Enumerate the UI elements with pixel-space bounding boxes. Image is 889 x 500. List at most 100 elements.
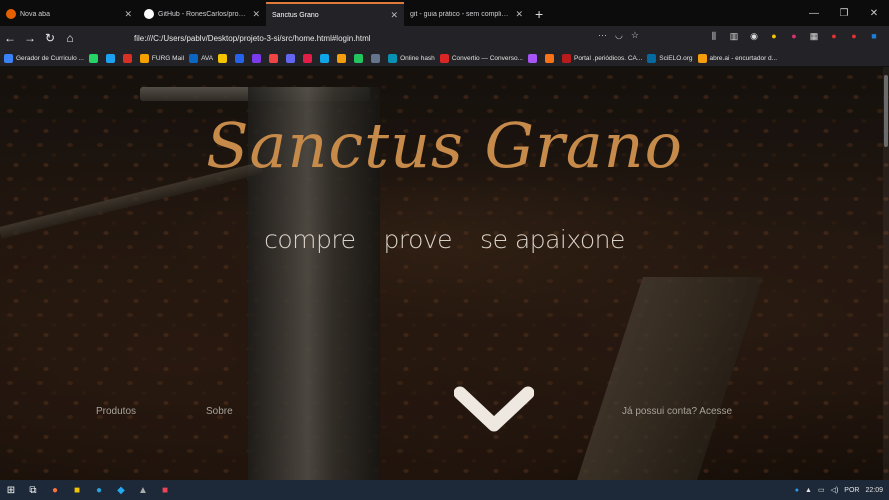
bookmark-favicon-icon bbox=[235, 53, 245, 63]
close-tab-icon[interactable]: ✕ bbox=[252, 9, 260, 20]
bookmark-item[interactable] bbox=[337, 53, 349, 63]
nav-sobre-link[interactable]: Sobre bbox=[206, 406, 233, 417]
bookmark-item[interactable] bbox=[88, 53, 101, 63]
extension-icon[interactable]: ● bbox=[848, 30, 860, 42]
bookmark-item[interactable] bbox=[354, 53, 366, 63]
extension-icon[interactable]: ▦ bbox=[808, 30, 820, 42]
tab-bar: Nova aba ✕ GitHub - RonesCarlos/projeto … bbox=[0, 0, 889, 26]
close-tab-icon[interactable]: ✕ bbox=[390, 10, 398, 21]
bookmark-item[interactable] bbox=[286, 53, 298, 63]
library-icon[interactable]: ⫼ bbox=[708, 30, 720, 42]
minimize-icon[interactable]: — bbox=[799, 0, 829, 26]
bookmark-label: abre.ai - encurtador d... bbox=[709, 54, 778, 62]
bookmark-item[interactable] bbox=[544, 53, 557, 63]
bookmark-item[interactable] bbox=[269, 53, 281, 63]
extension-icon[interactable]: ● bbox=[768, 30, 780, 42]
page-scrollbar[interactable] bbox=[883, 67, 889, 480]
bookmark-star-icon[interactable]: ☆ bbox=[631, 30, 639, 41]
volume-icon[interactable]: ◁) bbox=[831, 486, 839, 494]
bookmark-favicon-icon bbox=[139, 53, 149, 63]
reload-icon[interactable]: ↻ bbox=[40, 28, 60, 48]
sidebar-icon[interactable]: ▥ bbox=[728, 30, 740, 42]
chevron-down-icon[interactable] bbox=[454, 385, 534, 435]
forward-icon[interactable]: → bbox=[20, 28, 40, 48]
bookmark-item[interactable] bbox=[371, 53, 383, 63]
tagline: compre prove se apaixone bbox=[0, 225, 889, 254]
clock[interactable]: 22:09 bbox=[865, 487, 883, 494]
toolbar-icons: ⫼ ▥ ◉ ● ● ▦ ● ● ■ ≡ bbox=[708, 30, 889, 42]
vscode-icon[interactable]: ◆ bbox=[110, 480, 132, 500]
tab-new[interactable]: Nova aba ✕ bbox=[0, 2, 138, 26]
bookmark-item[interactable] bbox=[235, 53, 247, 63]
bookmark-item[interactable]: Portal .periódicos. CA... bbox=[561, 53, 642, 63]
bookmark-item[interactable]: Convertio — Converso... bbox=[439, 53, 523, 63]
telegram-icon[interactable]: ● bbox=[88, 480, 110, 500]
bookmark-item[interactable]: FURG Mail bbox=[139, 53, 185, 63]
bookmark-favicon-icon bbox=[269, 53, 279, 63]
battery-icon[interactable]: ▭ bbox=[818, 486, 825, 494]
nav-login-link[interactable]: Já possui conta? Acesse bbox=[622, 406, 732, 417]
url-actions: ··· ◡ ☆ bbox=[598, 30, 639, 41]
bookmark-favicon-icon bbox=[527, 53, 537, 63]
bookmark-label: Convertio — Converso... bbox=[451, 54, 523, 62]
bookmark-favicon-icon bbox=[189, 53, 199, 63]
start-icon[interactable]: ⊞ bbox=[0, 480, 22, 500]
bookmark-item[interactable]: abre.ai - encurtador d... bbox=[697, 53, 778, 63]
bookmark-item[interactable]: Gerador de Curriculo ... bbox=[4, 53, 84, 63]
tab-git-guide[interactable]: git - guia prático - sem complicaç ✕ bbox=[404, 2, 529, 26]
extension-icon[interactable]: ■ bbox=[868, 30, 880, 42]
brand-title: Sanctus Grano bbox=[206, 109, 683, 182]
bookmark-favicon-icon bbox=[544, 53, 554, 63]
bookmark-favicon-icon bbox=[647, 53, 657, 63]
bookmark-item[interactable] bbox=[218, 53, 230, 63]
hero-section: Sanctus Grano compre prove se apaixone P… bbox=[0, 67, 889, 480]
language-indicator[interactable]: POR bbox=[844, 487, 859, 494]
tab-github[interactable]: GitHub - RonesCarlos/projeto ✕ bbox=[138, 2, 266, 26]
windows-taskbar: ⊞ ⧉ ● ■ ● ◆ ▲ ■ ● ▲ ▭ ◁) POR 22:09 bbox=[0, 480, 889, 500]
pocket-icon[interactable]: ◡ bbox=[615, 30, 623, 41]
close-tab-icon[interactable]: ✕ bbox=[515, 9, 523, 20]
close-tab-icon[interactable]: ✕ bbox=[124, 9, 132, 20]
restore-icon[interactable]: ❐ bbox=[829, 0, 859, 26]
account-icon[interactable]: ◉ bbox=[748, 30, 760, 42]
file-explorer-icon[interactable]: ■ bbox=[66, 480, 88, 500]
home-icon[interactable]: ⌂ bbox=[60, 28, 80, 48]
bookmark-favicon-icon bbox=[354, 53, 364, 63]
address-bar[interactable]: file:///C:/Users/pablv/Desktop/projeto-3… bbox=[134, 28, 659, 107]
bookmark-item[interactable] bbox=[122, 53, 135, 63]
nav-produtos-link[interactable]: Produtos bbox=[96, 406, 136, 417]
bookmark-item[interactable]: Online hash bbox=[388, 53, 435, 63]
back-icon[interactable]: ← bbox=[0, 28, 20, 48]
bookmark-label: SciELO.org bbox=[659, 54, 693, 62]
gimp-icon[interactable]: ▲ bbox=[132, 480, 154, 500]
scrollbar-thumb[interactable] bbox=[884, 75, 888, 147]
bookmark-label: FURG Mail bbox=[151, 54, 185, 62]
bookmark-item[interactable] bbox=[527, 53, 540, 63]
app-icon[interactable]: ■ bbox=[154, 480, 176, 500]
extension-icon[interactable]: ● bbox=[788, 30, 800, 42]
bookmark-label: AVA bbox=[201, 54, 214, 62]
bookmark-item[interactable] bbox=[320, 53, 332, 63]
bookmark-favicon-icon bbox=[388, 53, 398, 63]
bookmark-item[interactable] bbox=[303, 53, 315, 63]
task-view-icon[interactable]: ⧉ bbox=[22, 480, 44, 500]
tray-icon[interactable]: ● bbox=[795, 487, 799, 494]
bookmark-favicon-icon bbox=[303, 53, 313, 63]
bookmark-item[interactable] bbox=[252, 53, 264, 63]
tray-icon[interactable]: ▲ bbox=[805, 487, 812, 494]
bookmark-favicon-icon bbox=[4, 53, 13, 63]
bookmark-item[interactable] bbox=[105, 53, 118, 63]
bookmark-item[interactable]: SciELO.org bbox=[647, 53, 693, 63]
bookmark-item[interactable]: AVA bbox=[189, 53, 214, 63]
tab-sanctus-grano[interactable]: Sanctus Grano ✕ bbox=[266, 2, 404, 26]
extension-icon[interactable]: ● bbox=[828, 30, 840, 42]
firefox-taskbar-icon[interactable]: ● bbox=[44, 480, 66, 500]
bookmark-favicon-icon bbox=[371, 53, 381, 63]
bookmark-favicon-icon bbox=[439, 53, 449, 63]
close-window-icon[interactable]: ✕ bbox=[859, 0, 889, 26]
new-tab-button[interactable]: + bbox=[535, 2, 543, 26]
tagline-word: se apaixone bbox=[480, 225, 625, 254]
system-tray: ● ▲ ▭ ◁) POR 22:09 bbox=[795, 480, 883, 500]
bookmark-favicon-icon bbox=[320, 53, 330, 63]
more-actions-icon[interactable]: ··· bbox=[598, 30, 607, 41]
